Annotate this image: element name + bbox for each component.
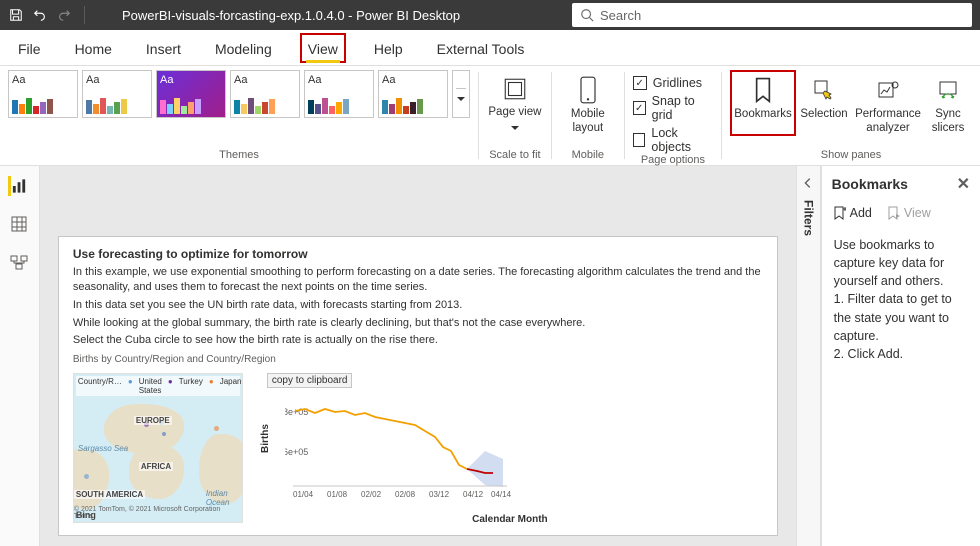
theme-option[interactable]: Aa xyxy=(378,70,448,118)
gridlines-checkbox[interactable]: ✓Gridlines xyxy=(633,76,713,90)
page-view-icon xyxy=(502,76,528,102)
showpanes-label: Show panes xyxy=(730,149,972,163)
menu-insert[interactable]: Insert xyxy=(140,35,187,61)
map-legend: Country/R…●United States●Turkey●Japan xyxy=(76,376,240,396)
sync-icon xyxy=(936,76,960,104)
filters-pane-collapsed[interactable]: Filters xyxy=(796,166,821,546)
line-chart-visual[interactable]: copy to clipboard Births Calendar Month … xyxy=(257,373,763,523)
undo-icon[interactable] xyxy=(32,7,48,23)
y-axis-label: Births xyxy=(260,424,271,453)
search-icon xyxy=(580,8,594,22)
scale-group-label: Scale to fit xyxy=(487,149,543,163)
report-canvas[interactable]: Use forecasting to optimize for tomorrow… xyxy=(40,166,796,546)
redo-icon[interactable] xyxy=(56,7,72,23)
map-visual[interactable]: Country/R…●United States●Turkey●Japan EU… xyxy=(73,373,243,523)
menu-external-tools[interactable]: External Tools xyxy=(431,35,531,61)
expand-icon[interactable] xyxy=(801,176,815,190)
report-view-icon[interactable] xyxy=(8,176,28,196)
snap-checkbox[interactable]: ✓Snap to grid xyxy=(633,94,713,122)
bookmarks-pane-title: Bookmarks xyxy=(832,176,908,192)
search-input[interactable]: Search xyxy=(572,3,972,27)
bookmark-add-icon xyxy=(832,206,846,220)
menu-help[interactable]: Help xyxy=(368,35,409,61)
filters-label: Filters xyxy=(801,200,815,236)
bookmarks-tip: Use bookmarks to capture key data for yo… xyxy=(822,224,980,375)
bookmark-view-icon xyxy=(886,206,900,220)
bookmarks-pane: Bookmarks ✕ Add View Use bookmarks to ca… xyxy=(821,166,980,546)
themes-group-label: Themes xyxy=(8,149,470,163)
svg-text:04/14: 04/14 xyxy=(491,490,512,499)
close-icon[interactable]: ✕ xyxy=(957,174,970,194)
svg-text:03/12: 03/12 xyxy=(429,490,450,499)
data-view-icon[interactable] xyxy=(9,214,29,234)
sync-slicers-button[interactable]: Sync slicers xyxy=(924,70,972,136)
mobile-group-label: Mobile xyxy=(560,149,616,163)
themes-more-icon[interactable] xyxy=(452,70,470,118)
x-axis-label: Calendar Month xyxy=(472,514,548,525)
menu-home[interactable]: Home xyxy=(69,35,118,61)
theme-option[interactable]: Aa xyxy=(230,70,300,118)
save-icon[interactable] xyxy=(8,7,24,23)
performance-analyzer-button[interactable]: Performance analyzer xyxy=(852,70,924,136)
selection-icon xyxy=(812,76,836,104)
bookmark-view-button: View xyxy=(886,206,931,220)
svg-text:02/08: 02/08 xyxy=(395,490,416,499)
page-view-button[interactable]: Page view xyxy=(487,70,543,130)
lock-checkbox[interactable]: Lock objects xyxy=(633,126,713,154)
svg-text:04/12: 04/12 xyxy=(463,490,484,499)
theme-option[interactable]: Aa xyxy=(82,70,152,118)
menubar: File Home Insert Modeling View Help Exte… xyxy=(0,30,980,66)
view-switcher xyxy=(0,166,40,546)
mobile-layout-button[interactable]: Mobile layout xyxy=(560,70,616,136)
copy-clipboard-button[interactable]: copy to clipboard xyxy=(267,373,353,388)
theme-option[interactable]: Aa xyxy=(304,70,374,118)
menu-file[interactable]: File xyxy=(12,35,47,61)
mobile-icon xyxy=(578,76,598,104)
selection-button[interactable]: Selection xyxy=(796,70,852,136)
report-page: Use forecasting to optimize for tomorrow… xyxy=(58,236,778,536)
bookmark-icon xyxy=(751,76,775,104)
map-title: Births by Country/Region and Country/Reg… xyxy=(73,354,763,365)
line-chart: 8e+05 6e+05 01/04 01/08 02/02 02/08 03/1… xyxy=(285,391,515,501)
themes-gallery[interactable]: Aa Aa Aa Aa Aa Aa xyxy=(8,70,470,118)
ribbon: Aa Aa Aa Aa Aa Aa Themes Page view Scale… xyxy=(0,66,980,166)
report-title: Use forecasting to optimize for tomorrow xyxy=(73,247,763,261)
window-title: PowerBI-visuals-forcasting-exp.1.0.4.0 -… xyxy=(122,8,460,23)
menu-view[interactable]: View xyxy=(300,33,346,63)
bookmark-add-button[interactable]: Add xyxy=(832,206,872,220)
svg-text:01/08: 01/08 xyxy=(327,490,348,499)
menu-modeling[interactable]: Modeling xyxy=(209,35,278,61)
model-view-icon[interactable] xyxy=(9,252,29,272)
svg-text:01/04: 01/04 xyxy=(293,490,314,499)
theme-option[interactable]: Aa xyxy=(156,70,226,118)
theme-option[interactable]: Aa xyxy=(8,70,78,118)
titlebar: PowerBI-visuals-forcasting-exp.1.0.4.0 -… xyxy=(0,0,980,30)
svg-text:6e+05: 6e+05 xyxy=(285,447,308,457)
performance-icon xyxy=(876,76,900,104)
svg-text:02/02: 02/02 xyxy=(361,490,382,499)
bookmarks-button[interactable]: Bookmarks xyxy=(730,70,796,136)
